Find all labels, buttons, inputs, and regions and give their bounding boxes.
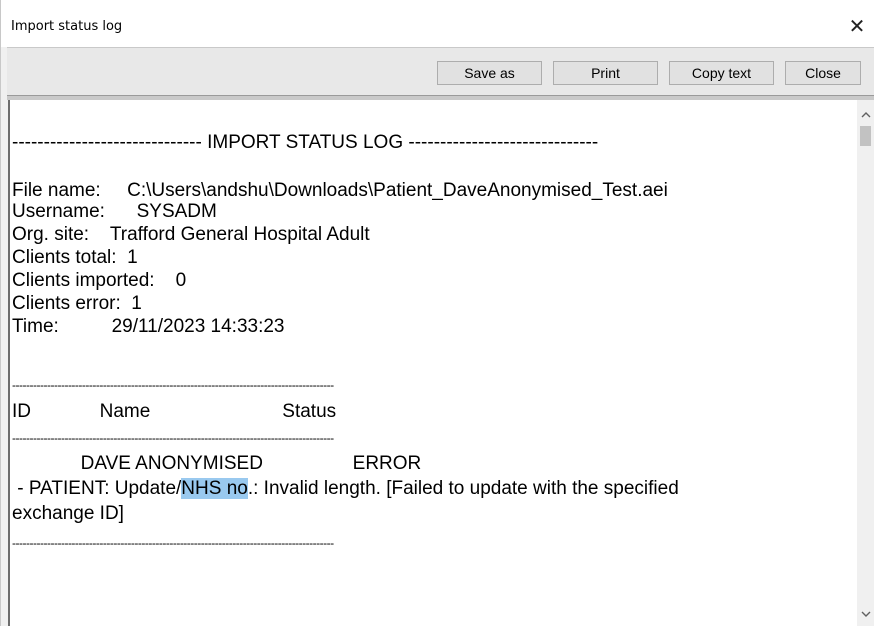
selected-text: NHS no <box>181 478 248 499</box>
window-title: Import status log <box>11 19 123 34</box>
print-button[interactable]: Print <box>553 61 658 85</box>
error-message-line: - PATIENT: Update/NHS no.: Invalid lengt… <box>12 478 679 500</box>
time-line: Time: 29/11/2023 14:33:23 <box>12 316 285 337</box>
separator-line: ----------------------------------------… <box>12 536 334 550</box>
error-prefix: - PATIENT: Update/ <box>12 478 182 499</box>
error-suffix: .: Invalid length. [Failed to update wit… <box>247 478 679 499</box>
title-bar: Import status log ✕ <box>1 8 874 47</box>
close-icon[interactable]: ✕ <box>845 14 869 38</box>
vertical-scrollbar[interactable] <box>857 100 874 626</box>
chevron-down-icon[interactable] <box>857 605 874 622</box>
close-button[interactable]: Close <box>785 61 861 85</box>
chevron-up-icon[interactable] <box>857 106 874 123</box>
file-name-line: File name: C:\Users\andshu\Downloads\Pat… <box>12 180 668 201</box>
clients-imported-line: Clients imported: 0 <box>12 270 187 291</box>
toolbar: Save as Print Copy text Close <box>7 47 874 96</box>
username-line: Username: SYSADM <box>12 201 217 222</box>
result-row-line: DAVE ANONYMISED ERROR <box>12 453 422 474</box>
copy-text-button[interactable]: Copy text <box>669 61 774 85</box>
log-text-area[interactable]: ------------------------------ IMPORT ST… <box>8 100 858 626</box>
background-strip <box>1 0 874 8</box>
error-message-line-2: exchange ID] <box>12 503 124 524</box>
log-header: ------------------------------ IMPORT ST… <box>12 132 599 153</box>
clients-error-line: Clients error: 1 <box>12 293 142 314</box>
scroll-thumb[interactable] <box>860 126 871 146</box>
column-header-line: ID Name Status <box>12 401 337 422</box>
separator-line: ----------------------------------------… <box>12 378 334 392</box>
save-as-button[interactable]: Save as <box>437 61 542 85</box>
import-status-log-dialog: Import status log ✕ Save as Print Copy t… <box>0 0 874 626</box>
separator-line: ----------------------------------------… <box>12 431 334 445</box>
org-site-line: Org. site: Trafford General Hospital Adu… <box>12 224 370 245</box>
clients-total-line: Clients total: 1 <box>12 247 138 268</box>
